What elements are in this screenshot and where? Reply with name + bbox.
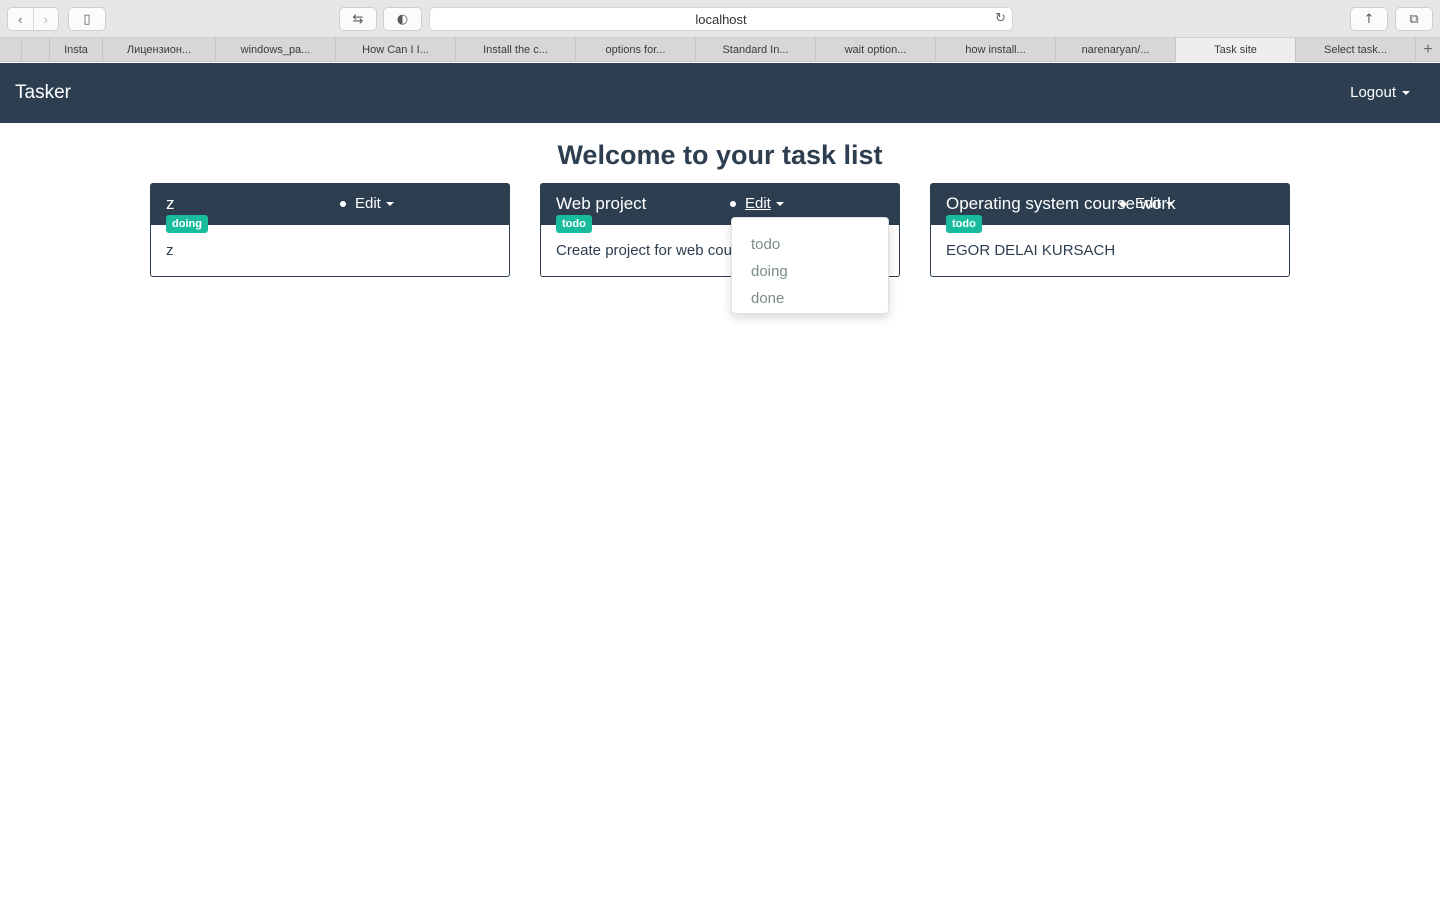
edit-label: Edit xyxy=(745,195,771,212)
url-text: localhost xyxy=(695,11,747,27)
task-card: Operating system course work Edit todo E… xyxy=(930,183,1290,277)
caret-down-icon xyxy=(385,201,394,206)
logout-menu[interactable]: Logout xyxy=(1350,84,1410,101)
browser-tab[interactable]: windows_pa... xyxy=(216,38,336,62)
reload-icon[interactable]: ↻ xyxy=(995,11,1006,26)
browser-tab[interactable]: how install... xyxy=(936,38,1056,62)
browser-tab[interactable]: wait option... xyxy=(816,38,936,62)
edit-label: Edit xyxy=(355,195,381,212)
nav-buttons: ‹ › xyxy=(7,7,59,31)
back-icon[interactable]: ‹ xyxy=(8,8,33,30)
sidebar-toggle-icon[interactable]: ▯ xyxy=(68,7,106,31)
browser-tab[interactable] xyxy=(0,38,22,62)
browser-tab[interactable]: Install the c... xyxy=(456,38,576,62)
status-badge: todo xyxy=(946,215,982,233)
logout-label: Logout xyxy=(1350,84,1396,101)
task-description: EGOR DELAI KURSACH xyxy=(946,242,1116,259)
new-tab-icon[interactable]: + xyxy=(1416,38,1440,62)
dropdown-item-doing[interactable]: doing xyxy=(732,258,888,285)
bullet-icon xyxy=(340,201,346,207)
share-icon[interactable]: ↑ xyxy=(1350,7,1388,31)
app-navbar: Tasker Logout xyxy=(0,63,1440,123)
reader-icon[interactable]: ⇆ xyxy=(339,7,377,31)
browser-tab[interactable] xyxy=(22,38,50,62)
edit-dropdown-toggle[interactable]: Edit xyxy=(355,195,394,212)
tabs-overview-icon[interactable]: ⧉ xyxy=(1395,7,1433,31)
status-badge: todo xyxy=(556,215,592,233)
browser-tab[interactable]: narenaryan/... xyxy=(1056,38,1176,62)
task-description: Create project for web cou xyxy=(556,242,732,259)
browser-tab[interactable]: Select task... xyxy=(1296,38,1416,62)
edit-dropdown-toggle[interactable]: Edit xyxy=(745,195,784,212)
status-badge: doing xyxy=(166,215,208,233)
browser-tab[interactable]: options for... xyxy=(576,38,696,62)
caret-down-icon xyxy=(1402,90,1410,95)
caret-down-icon xyxy=(775,201,784,206)
browser-tab[interactable]: Лицензион... xyxy=(103,38,216,62)
bullet-icon xyxy=(730,201,736,207)
browser-tab[interactable]: Standard In... xyxy=(696,38,816,62)
tab-strip: Insta Лицензион... windows_pa... How Can I … xyxy=(0,38,1440,62)
extension-icon[interactable]: ◐ xyxy=(383,7,422,31)
status-dropdown-menu: todo doing done xyxy=(731,217,889,314)
task-title: z xyxy=(166,194,175,213)
browser-tab[interactable]: How Can I I... xyxy=(336,38,456,62)
dropdown-item-done[interactable]: done xyxy=(732,285,888,312)
bullet-icon xyxy=(1120,201,1126,207)
dropdown-item-todo[interactable]: todo xyxy=(732,231,888,258)
task-description: z xyxy=(166,242,174,259)
task-title: Web project xyxy=(556,194,647,213)
browser-tab[interactable]: Insta xyxy=(50,38,103,62)
task-card: z Edit doing z xyxy=(150,183,510,277)
caret-down-icon xyxy=(1165,201,1174,206)
tab-active[interactable]: Task site xyxy=(1176,38,1296,62)
browser-toolbar: ‹ › ▯ ⇆ ◐ localhost ↻ ↑ ⧉ xyxy=(0,0,1440,38)
edit-label: Edit xyxy=(1135,195,1161,212)
page-title: Welcome to your task list xyxy=(557,140,883,170)
brand-logo[interactable]: Tasker xyxy=(15,82,71,104)
address-bar[interactable]: localhost ↻ xyxy=(429,7,1013,31)
edit-dropdown-toggle[interactable]: Edit xyxy=(1135,195,1174,212)
task-card-header: Operating system course work Edit xyxy=(931,184,1289,225)
forward-icon[interactable]: › xyxy=(32,8,59,30)
